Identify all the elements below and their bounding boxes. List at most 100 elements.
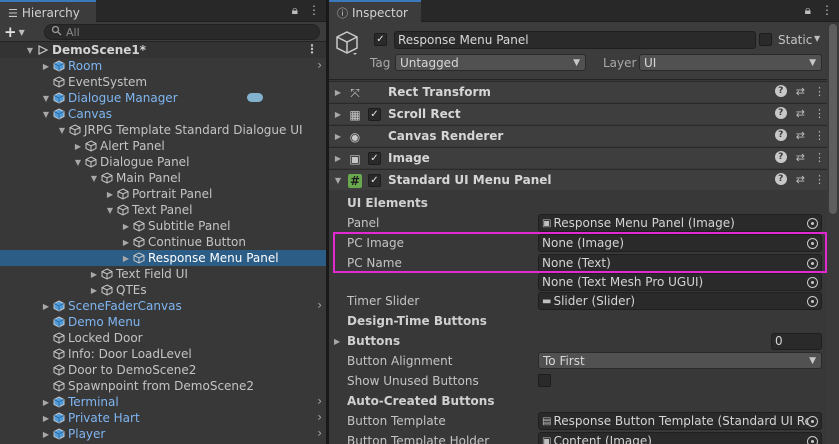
- object-picker-icon[interactable]: [807, 258, 818, 269]
- object-picker-icon[interactable]: [807, 277, 818, 288]
- layer-dropdown[interactable]: UI ▼: [639, 54, 822, 71]
- component-enabled-checkbox[interactable]: ✓: [368, 108, 381, 121]
- help-icon[interactable]: ?: [774, 129, 787, 141]
- help-icon[interactable]: ?: [774, 173, 787, 185]
- collapsed-triangle-icon[interactable]: ▶: [40, 430, 52, 439]
- hierarchy-row[interactable]: ▶ Terminal ›: [0, 394, 326, 410]
- chevron-right-icon[interactable]: ›: [317, 426, 322, 440]
- hierarchy-row[interactable]: ▶ Subtitle Panel: [0, 218, 326, 234]
- component-header[interactable]: ▶ ▣ ✓ Image? ⇄ ⋮: [329, 147, 839, 168]
- kebab-menu-icon[interactable]: ⋮: [814, 129, 825, 142]
- kebab-menu-icon[interactable]: ⋮: [814, 173, 825, 186]
- kebab-menu-icon[interactable]: ⋮: [814, 151, 825, 164]
- collapsed-triangle-icon[interactable]: ▶: [333, 88, 343, 97]
- buttons-count-field[interactable]: 0: [771, 332, 822, 350]
- expanded-triangle-icon[interactable]: ▼: [333, 176, 343, 185]
- component-header[interactable]: ▶ ▦ ✓ Scroll Rect? ⇄ ⋮: [329, 103, 839, 124]
- component-enabled-checkbox[interactable]: ✓: [368, 174, 381, 187]
- kebab-menu-icon[interactable]: ⋮: [821, 3, 833, 18]
- hierarchy-row[interactable]: Spawnpoint from DemoScene2: [0, 378, 326, 394]
- collapsed-triangle-icon[interactable]: ▶: [333, 110, 343, 119]
- inspector-scrollbar[interactable]: [827, 22, 839, 444]
- component-enabled-checkbox[interactable]: ✓: [368, 152, 381, 165]
- collapsed-triangle-icon[interactable]: ▶: [88, 286, 100, 295]
- pc-image-object-field[interactable]: None (Image): [538, 234, 822, 252]
- pc-name-tmp-object-field[interactable]: None (Text Mesh Pro UGUI): [538, 273, 822, 291]
- button-template-object-field[interactable]: ▤ Response Button Template (Standard UI …: [538, 412, 822, 430]
- help-icon[interactable]: ?: [774, 151, 787, 163]
- hierarchy-row[interactable]: ▶ QTEs: [0, 282, 326, 298]
- collapsed-triangle-icon[interactable]: ▶: [120, 238, 132, 247]
- chevron-right-icon[interactable]: ›: [317, 298, 322, 312]
- expanded-triangle-icon[interactable]: ▼: [24, 46, 36, 55]
- hierarchy-row[interactable]: ▶ Text Field UI: [0, 266, 326, 282]
- collapsed-triangle-icon[interactable]: ▶: [120, 222, 132, 231]
- active-checkbox[interactable]: ✓: [374, 33, 387, 46]
- object-picker-icon[interactable]: [807, 296, 818, 307]
- expanded-triangle-icon[interactable]: ▼: [40, 94, 52, 103]
- collapsed-triangle-icon[interactable]: ▶: [40, 62, 52, 71]
- chevron-right-icon[interactable]: ›: [317, 394, 322, 408]
- timer-slider-object-field[interactable]: ▬ Slider (Slider): [538, 292, 822, 310]
- collapsed-triangle-icon[interactable]: ▶: [333, 154, 343, 163]
- collapsed-triangle-icon[interactable]: ▶: [40, 414, 52, 423]
- object-picker-icon[interactable]: [807, 238, 818, 249]
- presets-icon[interactable]: ⇄: [796, 129, 805, 142]
- hierarchy-row[interactable]: Info: Door LoadLevel: [0, 346, 326, 362]
- collapsed-triangle-icon[interactable]: ▶: [120, 254, 132, 263]
- hierarchy-row[interactable]: ▶ Player ›: [0, 426, 326, 442]
- hierarchy-row[interactable]: ▶ Private Hart ›: [0, 410, 326, 426]
- show-unused-checkbox[interactable]: [538, 374, 551, 387]
- collapsed-triangle-icon[interactable]: ▶: [72, 142, 84, 151]
- hierarchy-row[interactable]: ▼ Dialogue Panel: [0, 154, 326, 170]
- hierarchy-row[interactable]: ▶ Response Menu Panel: [0, 250, 326, 266]
- help-icon[interactable]: ?: [774, 85, 787, 97]
- lock-icon[interactable]: 🔒︎: [805, 3, 811, 18]
- expanded-triangle-icon[interactable]: ▼: [40, 110, 52, 119]
- hierarchy-row[interactable]: ▼ Main Panel: [0, 170, 326, 186]
- hierarchy-row[interactable]: ▼ Text Panel: [0, 202, 326, 218]
- kebab-menu-icon[interactable]: ⋮: [814, 107, 825, 120]
- chevron-right-icon[interactable]: ›: [317, 58, 322, 72]
- scrollbar-thumb[interactable]: [829, 24, 837, 214]
- collapsed-triangle-icon[interactable]: ▶: [40, 302, 52, 311]
- button-template-holder-object-field[interactable]: ▣ Content (Image): [538, 432, 822, 444]
- gameobject-cube-icon[interactable]: [335, 30, 359, 56]
- object-picker-icon[interactable]: [807, 218, 818, 229]
- component-header[interactable]: ▶ ◉ Canvas Renderer? ⇄ ⋮: [329, 125, 839, 146]
- chevron-right-icon[interactable]: ›: [317, 410, 322, 424]
- hierarchy-row[interactable]: ▶ SceneFaderCanvas ›: [0, 298, 326, 314]
- object-name-field[interactable]: [394, 31, 756, 49]
- scene-menu-icon[interactable]: ⋮: [306, 42, 318, 56]
- hierarchy-row[interactable]: ▼ Dialogue Manager: [0, 90, 326, 106]
- create-button[interactable]: + ▼: [4, 23, 34, 41]
- button-alignment-dropdown[interactable]: To First ▼: [538, 352, 822, 369]
- presets-icon[interactable]: ⇄: [796, 85, 805, 98]
- hierarchy-row[interactable]: ▼ Canvas: [0, 106, 326, 122]
- hierarchy-row[interactable]: ▼ JRPG Template Standard Dialogue UI: [0, 122, 326, 138]
- collapsed-triangle-icon[interactable]: ▶: [104, 190, 116, 199]
- expanded-triangle-icon[interactable]: ▼: [56, 126, 68, 135]
- hierarchy-row[interactable]: ▶ Continue Button: [0, 234, 326, 250]
- chevron-down-icon[interactable]: ▼: [814, 34, 820, 43]
- object-picker-icon[interactable]: [807, 436, 818, 444]
- expanded-triangle-icon[interactable]: ▼: [104, 206, 116, 215]
- collapsed-triangle-icon[interactable]: ▶: [333, 132, 343, 141]
- hierarchy-row[interactable]: ▶ Room ›: [0, 58, 326, 74]
- tab-hierarchy[interactable]: ☰ Hierarchy: [0, 0, 96, 22]
- component-header[interactable]: ▼ # ✓ Standard UI Menu Panel? ⇄ ⋮: [329, 169, 839, 190]
- scene-row[interactable]: ▼ DemoScene1* ⋮: [0, 42, 326, 58]
- hierarchy-row[interactable]: Locked Door: [0, 330, 326, 346]
- buttons-property[interactable]: ▶ Buttons 0: [329, 331, 839, 351]
- hierarchy-row[interactable]: Door to DemoScene2: [0, 362, 326, 378]
- kebab-menu-icon[interactable]: ⋮: [814, 85, 825, 98]
- expanded-triangle-icon[interactable]: ▼: [88, 174, 100, 183]
- hierarchy-row[interactable]: ▶ Portrait Panel: [0, 186, 326, 202]
- search-input[interactable]: [66, 25, 266, 39]
- hierarchy-row[interactable]: ▶ Alert Panel: [0, 138, 326, 154]
- help-icon[interactable]: ?: [774, 107, 787, 119]
- buttons-label[interactable]: Buttons: [347, 334, 400, 348]
- static-checkbox[interactable]: [759, 33, 772, 46]
- component-header[interactable]: ▶ ⤧ Rect Transform? ⇄ ⋮: [329, 81, 839, 102]
- tag-dropdown[interactable]: Untagged ▼: [395, 54, 586, 71]
